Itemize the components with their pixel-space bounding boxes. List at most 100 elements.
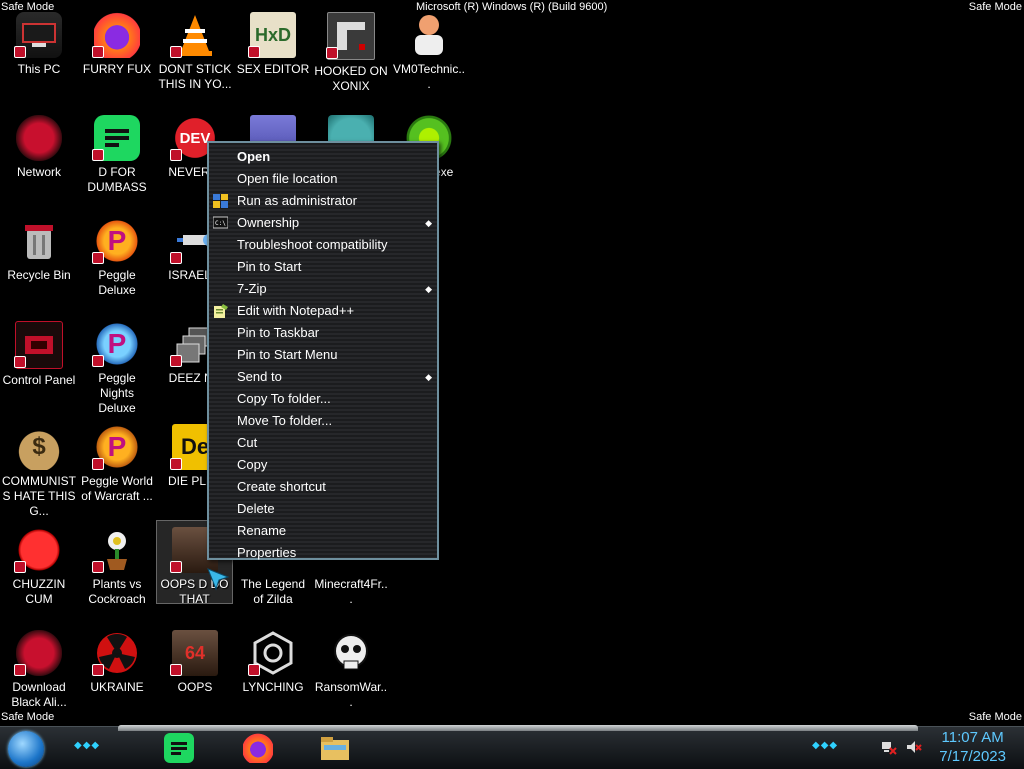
menu-item-label: Rename xyxy=(237,523,287,538)
menu-item-delete[interactable]: Delete xyxy=(209,498,437,520)
icon-label: LYNCHING xyxy=(242,680,304,694)
noose-badge-icon xyxy=(248,630,296,676)
menu-item-cut[interactable]: Cut xyxy=(209,432,437,454)
menu-item-edit-with-notepadpp[interactable]: Edit with Notepad++ xyxy=(209,300,437,322)
desktop-icon-dont-stick[interactable]: DONT STICK THIS IN YO... xyxy=(156,6,234,106)
menu-item-properties[interactable]: Properties xyxy=(209,542,437,564)
icon-label: DONT STICK THIS IN YO... xyxy=(158,62,232,91)
menu-item-copy-to-folder[interactable]: Copy To folder... xyxy=(209,388,437,410)
taskbar-decoration-left: ◆◆◆ xyxy=(74,740,101,751)
menu-item-label: Edit with Notepad++ xyxy=(237,303,355,318)
taskbar-decoration-right: ◆◆◆ xyxy=(812,740,839,751)
menu-item-7-zip[interactable]: 7-Zip ◆ xyxy=(209,278,437,300)
taskbar-trim xyxy=(118,725,918,731)
peggle-icon: P xyxy=(92,218,140,264)
icon-label: SEX EDITOR xyxy=(236,62,310,76)
uac-shield-icon xyxy=(213,194,228,208)
desktop-icon-ukraine[interactable]: UKRAINE xyxy=(78,624,156,724)
desktop-icon-sex-editor[interactable]: HxD SEX EDITOR xyxy=(234,6,312,106)
taskbar-firefox-icon[interactable] xyxy=(243,733,273,763)
volume-muted-icon[interactable] xyxy=(906,739,922,755)
icon-label: Minecraft4Fr... xyxy=(314,577,388,606)
menu-item-label: Copy xyxy=(237,457,268,472)
menu-item-run-as-administrator[interactable]: Run as administrator xyxy=(209,190,437,212)
menu-item-troubleshoot-compatibility[interactable]: Troubleshoot compatibility xyxy=(209,234,437,256)
desktop-icon-peggle-deluxe[interactable]: P Peggle Deluxe xyxy=(78,212,156,312)
safe-mode-label-bottom-right: Safe Mode xyxy=(968,711,1022,723)
menu-item-label: Open file location xyxy=(237,171,338,186)
desktop-icon-peggle-nights[interactable]: P Peggle Nights Deluxe xyxy=(78,315,156,415)
safe-mode-label-bottom-left: Safe Mode xyxy=(1,711,55,723)
start-orb-button[interactable] xyxy=(8,731,44,767)
menu-item-pin-to-taskbar[interactable]: Pin to Taskbar xyxy=(209,322,437,344)
desktop-icon-communists[interactable]: $ COMMUNISTS HATE THIS G... xyxy=(0,418,78,518)
desktop-icon-furry-fux[interactable]: FURRY FUX xyxy=(78,6,156,106)
desktop-icon-ransomware[interactable]: RansomWar... xyxy=(312,624,390,724)
desktop-icon-chuzzin-cum[interactable]: CHUZZIN CUM xyxy=(0,521,78,621)
notes-app-icon xyxy=(92,115,140,161)
menu-item-move-to-folder[interactable]: Move To folder... xyxy=(209,410,437,432)
icon-label: Control Panel xyxy=(2,373,76,387)
icon-label: RansomWar... xyxy=(314,680,388,709)
system-clock[interactable]: 11:07 AM 7/17/2023 xyxy=(939,728,1006,766)
desktop-icon-lynching[interactable]: LYNCHING xyxy=(234,624,312,724)
flower-pot-icon xyxy=(92,527,140,573)
vlc-cone-icon xyxy=(170,12,218,58)
desktop-icon-plants-vs-cockroach[interactable]: Plants vs Cockroach xyxy=(78,521,156,621)
icon-label: UKRAINE xyxy=(90,680,144,694)
menu-item-label: Pin to Start Menu xyxy=(237,347,338,362)
submenu-arrow-icon: ◆ xyxy=(425,372,432,382)
menu-item-pin-to-start[interactable]: Pin to Start xyxy=(209,256,437,278)
desktop-icon-control-panel[interactable]: Control Panel xyxy=(0,315,78,415)
menu-item-label: Delete xyxy=(237,501,275,516)
desktop-icon-vm0technic[interactable]: VM0Technic... xyxy=(390,6,468,106)
menu-item-send-to[interactable]: Send to ◆ xyxy=(209,366,437,388)
desktop[interactable]: This PC FURRY FUX DONT STICK THIS IN YO.… xyxy=(0,0,1024,726)
menu-item-label: Properties xyxy=(237,545,297,560)
icon-label: HOOKED ON XONIX xyxy=(314,64,388,93)
menu-item-label: Send to xyxy=(237,369,282,384)
desktop-icon-recycle-bin[interactable]: Recycle Bin xyxy=(0,212,78,312)
mouse-cursor-icon xyxy=(207,568,230,591)
submenu-arrow-icon: ◆ xyxy=(425,218,432,228)
notepadpp-icon xyxy=(214,304,228,318)
menu-item-create-shortcut[interactable]: Create shortcut xyxy=(209,476,437,498)
taskbar-file-explorer-icon[interactable] xyxy=(320,733,350,763)
icon-label: Peggle Nights Deluxe xyxy=(98,371,136,415)
icon-label: CHUZZIN CUM xyxy=(12,577,66,606)
xonix-game-icon xyxy=(326,12,375,60)
network-disconnected-icon[interactable] xyxy=(881,739,897,755)
desktop-icon-d-for-dumbass[interactable]: D FOR DUMBASS xyxy=(78,109,156,209)
network-globe-icon xyxy=(16,115,62,161)
skull-icon xyxy=(328,630,374,676)
menu-item-pin-to-start-menu[interactable]: Pin to Start Menu xyxy=(209,344,437,366)
menu-item-label: Troubleshoot compatibility xyxy=(237,237,388,252)
menu-item-label: Copy To folder... xyxy=(237,391,331,406)
desktop-icon-network[interactable]: Network xyxy=(0,109,78,209)
recycle-bin-icon xyxy=(16,218,62,264)
radiation-icon xyxy=(92,630,140,676)
console-icon: C:\ xyxy=(213,216,228,229)
desktop-icon-peggle-wow[interactable]: P Peggle World of Warcraft ... xyxy=(78,418,156,518)
money-bag-icon: $ xyxy=(16,424,62,470)
menu-item-copy[interactable]: Copy xyxy=(209,454,437,476)
menu-item-rename[interactable]: Rename xyxy=(209,520,437,542)
menu-item-label: Open xyxy=(237,149,271,164)
desktop-icon-download-black-ali[interactable]: Download Black Ali... xyxy=(0,624,78,724)
chuzzle-icon xyxy=(14,527,62,573)
menu-item-ownership[interactable]: C:\ Ownership ◆ xyxy=(209,212,437,234)
menu-item-label: Cut xyxy=(237,435,258,450)
icon-label: Download Black Ali... xyxy=(11,680,67,709)
icon-label: Peggle Deluxe xyxy=(98,268,136,297)
desktop-icon-this-pc[interactable]: This PC xyxy=(0,6,78,106)
desktop-icon-hooked-on-xonix[interactable]: HOOKED ON XONIX xyxy=(312,6,390,106)
desktop-icon-oops[interactable]: 64 OOPS xyxy=(156,624,234,724)
red-globe-icon xyxy=(14,630,62,676)
menu-item-open[interactable]: Open xyxy=(209,146,437,168)
taskbar-notes-app-icon[interactable] xyxy=(164,733,194,763)
peggle-nights-icon: P xyxy=(92,321,140,367)
menu-item-label: Pin to Start xyxy=(237,259,302,274)
menu-item-label: Pin to Taskbar xyxy=(237,325,320,340)
menu-item-label: Create shortcut xyxy=(237,479,326,494)
menu-item-open-file-location[interactable]: Open file location xyxy=(209,168,437,190)
